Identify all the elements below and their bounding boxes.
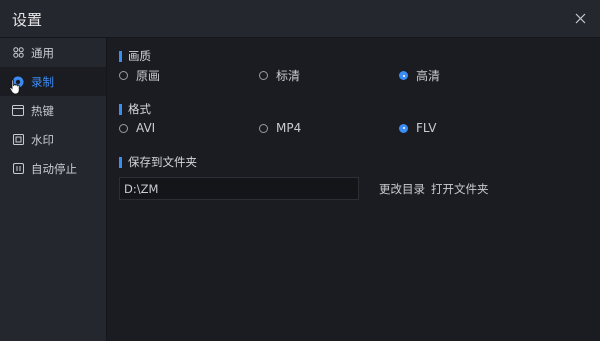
- format-option-mp4[interactable]: MP4: [259, 121, 301, 135]
- hand-cursor-icon: [9, 79, 20, 95]
- radio-label: AVI: [136, 121, 156, 135]
- sidebar-item-hotkeys[interactable]: 热键: [0, 96, 106, 125]
- record-settings-panel: 画质 原画 标清 高清 格式 AVI MP4 FLV 保存到文件夹 D:\ZM …: [107, 38, 600, 341]
- quality-option-hd[interactable]: 高清: [399, 67, 440, 84]
- format-option-avi[interactable]: AVI: [119, 121, 155, 135]
- section-title-text: 保存到文件夹: [128, 155, 197, 169]
- radio-circle-icon: [259, 71, 268, 80]
- format-section-title: 格式: [119, 101, 151, 117]
- section-title-text: 画质: [128, 49, 151, 63]
- radio-label: FLV: [416, 121, 437, 135]
- grid-icon: [12, 47, 24, 59]
- quality-option-original[interactable]: 原画: [119, 67, 160, 84]
- sidebar-item-label: 通用: [31, 45, 54, 60]
- settings-window: 设置 通用 录制 热键 水印 自动停止 画质 原画 标清 高清 格式 AVI M…: [0, 0, 600, 341]
- sidebar-item-label: 水印: [31, 132, 54, 147]
- radio-label: 原画: [136, 69, 161, 83]
- sidebar-item-record[interactable]: 录制: [0, 67, 106, 96]
- radio-label: MP4: [276, 121, 302, 135]
- pause-icon: [12, 163, 24, 175]
- radio-label: 标清: [276, 69, 301, 83]
- sidebar: 通用 录制 热键 水印 自动停止: [0, 38, 107, 341]
- radio-circle-icon: [119, 71, 128, 80]
- save-folder-section-title: 保存到文件夹: [119, 154, 197, 170]
- sidebar-item-general[interactable]: 通用: [0, 38, 106, 67]
- sidebar-item-label: 热键: [31, 103, 54, 118]
- section-marker: [119, 156, 122, 168]
- change-directory-button[interactable]: 更改目录: [379, 181, 425, 197]
- format-option-flv[interactable]: FLV: [399, 121, 436, 135]
- sidebar-item-auto-stop[interactable]: 自动停止: [0, 154, 106, 183]
- quality-option-sd[interactable]: 标清: [259, 67, 300, 84]
- save-path-field[interactable]: D:\ZM: [119, 177, 359, 200]
- close-button[interactable]: [570, 8, 590, 28]
- radio-selected-icon: [399, 71, 408, 80]
- quality-section-title: 画质: [119, 48, 151, 64]
- close-icon: [575, 13, 585, 23]
- keyboard-icon: [12, 105, 24, 117]
- window-title: 设置: [12, 11, 43, 29]
- watermark-icon: [12, 134, 24, 146]
- section-title-text: 格式: [128, 102, 151, 116]
- radio-selected-icon: [399, 123, 408, 133]
- radio-circle-icon: [259, 123, 268, 133]
- sidebar-item-watermark[interactable]: 水印: [0, 125, 106, 154]
- sidebar-item-label: 自动停止: [31, 161, 77, 176]
- title-bar: 设置: [0, 0, 600, 38]
- open-folder-button[interactable]: 打开文件夹: [431, 181, 489, 197]
- radio-circle-icon: [119, 123, 128, 133]
- sidebar-item-label: 录制: [31, 74, 54, 89]
- radio-label: 高清: [416, 69, 441, 83]
- section-marker: [119, 50, 122, 62]
- section-marker: [119, 103, 122, 115]
